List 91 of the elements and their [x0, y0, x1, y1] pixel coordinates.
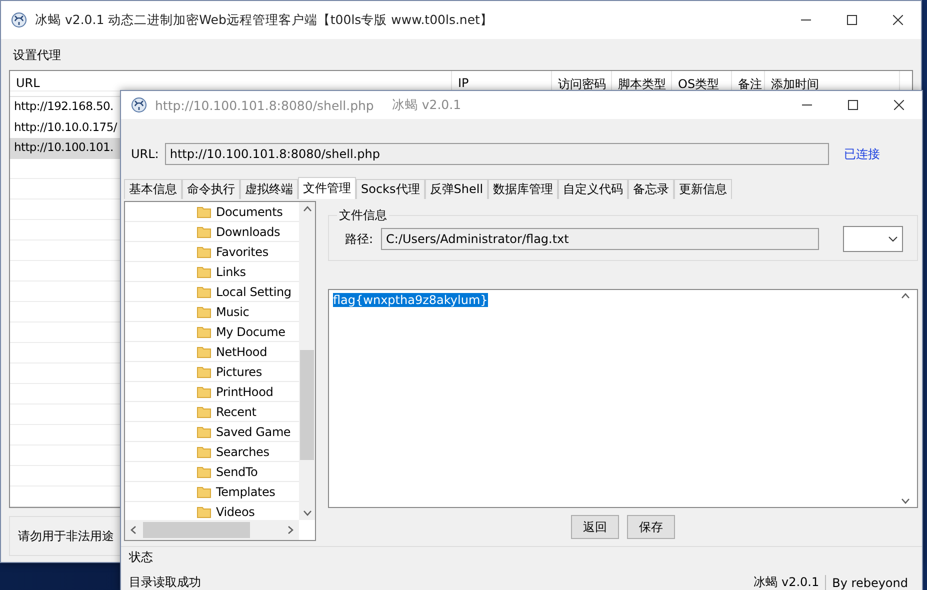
tree-item[interactable]: NetHood [125, 342, 299, 362]
tab[interactable]: 命令执行 [182, 179, 240, 199]
folder-name: Pictures [216, 364, 262, 378]
file-content-editor[interactable]: flag{wnxptha9z8akylum} [328, 289, 918, 508]
folder-icon [197, 426, 211, 438]
status-title: 状态 [129, 549, 154, 566]
folder-icon [197, 306, 211, 318]
tree-item[interactable]: My Docume [125, 322, 299, 342]
close-icon [894, 100, 904, 110]
folder-name: PrintHood [216, 384, 274, 398]
folder-name: My Docume [216, 324, 286, 338]
folder-name: Local Setting [216, 284, 292, 298]
folder-name: Templates [216, 484, 276, 498]
folder-name: Favorites [216, 244, 268, 258]
folder-icon [197, 406, 211, 418]
author-text: By rebeyond [832, 576, 908, 590]
tree-item[interactable]: Music [125, 302, 299, 322]
folder-name: NetHood [216, 344, 267, 358]
status-message: 目录读取成功 [129, 574, 201, 590]
folder-name: Recent [216, 404, 256, 418]
group-title: 文件信息 [338, 207, 388, 224]
folder-icon [197, 486, 211, 498]
window-title: 冰蝎 v2.0.1 动态二进制加密Web远程管理客户端【t00ls专版 www.t00ls.net】 [35, 12, 493, 28]
app-title: 冰蝎 v2.0.1 [392, 96, 462, 114]
tab[interactable]: 虚拟终端 [240, 179, 298, 199]
folder-icon [197, 386, 211, 398]
scroll-up-icon[interactable] [900, 293, 910, 299]
action-button[interactable]: 保存 [627, 515, 675, 539]
tree-item[interactable]: Searches [125, 442, 299, 462]
tree-item[interactable]: Templates [125, 482, 299, 502]
folder-name: SendTo [216, 464, 258, 478]
tree-item[interactable]: Documents [125, 202, 299, 222]
folder-name: Links [216, 264, 246, 278]
menu-item[interactable]: 设置代理 [13, 47, 61, 64]
maximize-icon [847, 15, 857, 25]
scroll-right-icon[interactable] [288, 526, 294, 534]
folder-icon [197, 446, 211, 458]
tree-item[interactable]: Links [125, 262, 299, 282]
action-button[interactable]: 返回 [571, 515, 619, 539]
scroll-down-icon[interactable] [900, 498, 910, 504]
scroll-up-icon[interactable] [302, 206, 312, 212]
tree-item[interactable]: Saved Game [125, 422, 299, 442]
table-row[interactable]: http://10.100.101. [10, 138, 120, 158]
tab[interactable]: 自定义代码 [558, 179, 628, 199]
tree-item[interactable]: Downloads [125, 222, 299, 242]
tree-item[interactable]: PrintHood [125, 382, 299, 402]
scroll-down-icon[interactable] [302, 510, 312, 516]
folder-icon [197, 286, 211, 298]
folder-name: Saved Game [216, 424, 291, 438]
tab[interactable]: 基本信息 [124, 179, 182, 199]
scroll-left-icon[interactable] [130, 526, 136, 534]
file-content-text: flag{wnxptha9z8akylum} [333, 293, 488, 307]
tab[interactable]: Socks代理 [356, 179, 425, 199]
tree-item[interactable]: Favorites [125, 242, 299, 262]
folder-icon [197, 206, 211, 218]
folder-icon [197, 346, 211, 358]
folder-icon [197, 326, 211, 338]
tree-item[interactable]: Local Setting [125, 282, 299, 302]
notice-text: 请勿用于非法用途 [18, 528, 114, 544]
folder-name: Music [216, 304, 250, 318]
scrollbar-thumb[interactable] [143, 522, 250, 538]
tree-item[interactable]: Recent [125, 402, 299, 422]
folder-icon [197, 266, 211, 278]
version-text: 冰蝎 v2.0.1 [754, 574, 820, 590]
connection-status-link[interactable]: 已连接 [844, 146, 880, 162]
maximize-icon [848, 100, 858, 110]
folder-icon [197, 506, 211, 518]
folder-icon [197, 366, 211, 378]
scrollbar-thumb[interactable] [300, 350, 314, 460]
encoding-dropdown[interactable] [843, 226, 903, 252]
folder-icon [197, 246, 211, 258]
tab[interactable]: 文件管理 [298, 177, 356, 199]
tab[interactable]: 备忘录 [628, 179, 674, 199]
folder-name: Downloads [216, 224, 280, 238]
chevron-down-icon [888, 236, 898, 242]
folder-name: Documents [216, 204, 283, 218]
url-field[interactable]: http://10.100.101.8:8080/shell.php [164, 143, 829, 165]
folder-icon [197, 466, 211, 478]
tree-item[interactable]: SendTo [125, 462, 299, 482]
tree-item[interactable]: Pictures [125, 362, 299, 382]
tab[interactable]: 更新信息 [674, 179, 732, 199]
path-field[interactable]: C:/Users/Administrator/flag.txt [381, 228, 820, 250]
url-label: URL: [131, 147, 159, 161]
folder-icon [197, 226, 211, 238]
window-title: http://10.100.101.8:8080/shell.php [155, 98, 374, 112]
tab[interactable]: 反弹Shell [424, 179, 488, 199]
path-label: 路径: [345, 230, 374, 248]
close-icon [893, 15, 903, 25]
folder-name: Searches [216, 444, 270, 458]
folder-name: Videos [216, 504, 255, 518]
tab[interactable]: 数据库管理 [488, 179, 558, 199]
